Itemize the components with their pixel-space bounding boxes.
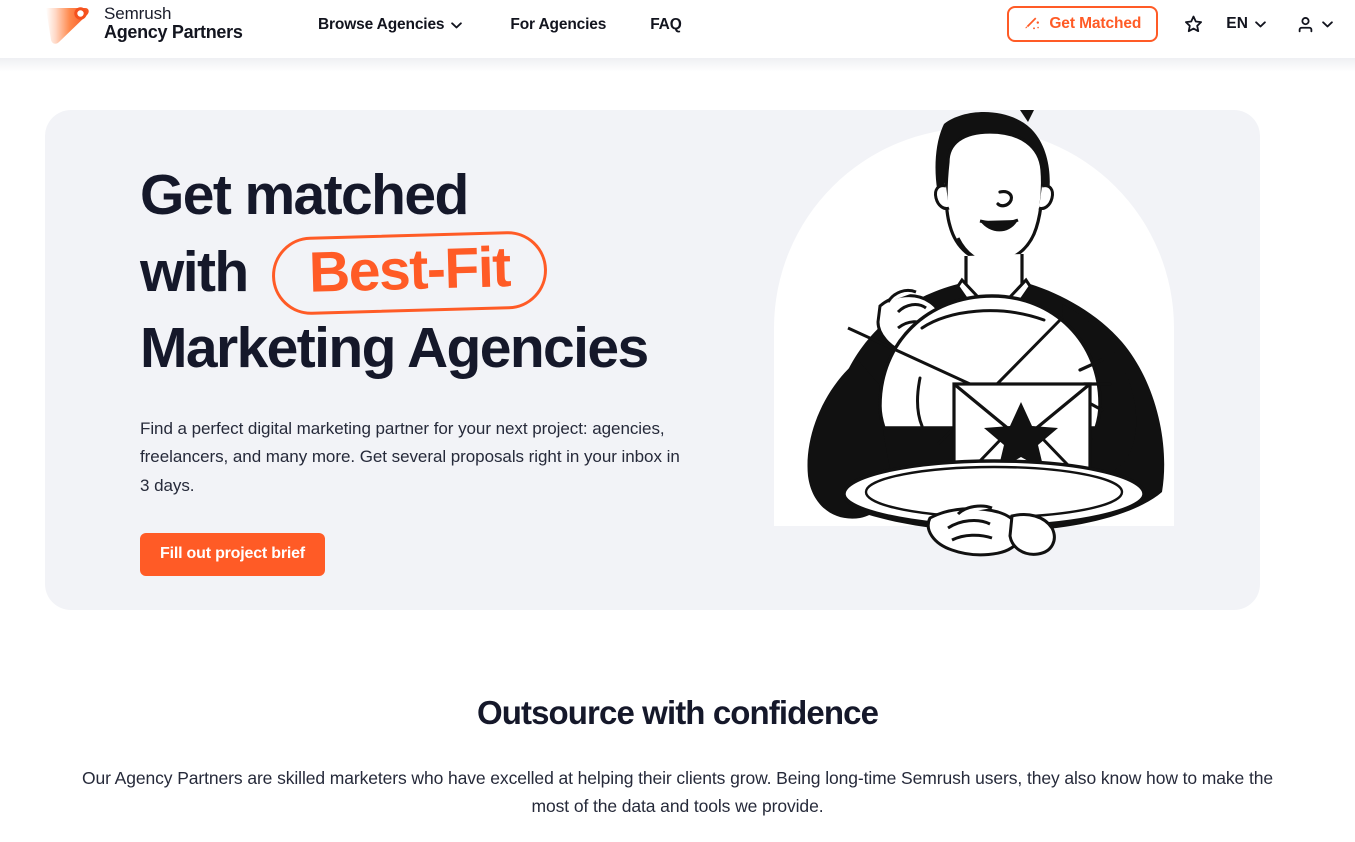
fill-out-project-brief-button[interactable]: Fill out project brief (140, 532, 325, 576)
hero-title-line-1: Get matched (140, 163, 469, 227)
brand-line-agency-partners: Agency Partners (104, 22, 243, 43)
magic-wand-icon (1025, 17, 1040, 29)
language-label: EN (1226, 15, 1248, 32)
page-root: Semrush Agency Partners Browse Agencies … (0, 0, 1355, 842)
user-icon (1298, 16, 1313, 32)
nav-item-faq[interactable]: FAQ (650, 13, 682, 37)
outsource-section: Outsource with confidence Our Agency Par… (0, 694, 1355, 821)
hero-content: Get matched with Best-Fit Marketing Agen… (140, 158, 740, 576)
main-navigation: Browse Agencies For Agencies FAQ (318, 13, 682, 37)
semrush-flag-logo-icon (46, 7, 89, 44)
chevron-down-icon (451, 21, 463, 28)
favorites-button[interactable] (1176, 7, 1210, 41)
header-drop-shadow (0, 58, 1355, 72)
site-header: Semrush Agency Partners Browse Agencies … (0, 0, 1355, 58)
outsource-section-title: Outsource with confidence (476, 694, 879, 731)
nav-label-for-agencies: For Agencies (510, 16, 607, 33)
hero-description: Find a perfect digital marketing partner… (140, 419, 680, 495)
account-menu[interactable] (1296, 15, 1333, 34)
hero-title-line-3: Marketing Agencies (140, 316, 649, 381)
star-outline-icon (1184, 15, 1202, 32)
hero-title: Get matched with Best-Fit Marketing Agen… (140, 158, 740, 387)
outsource-section-description: Our Agency Partners are skilled marketer… (82, 768, 1273, 817)
waiter-serving-envelope-illustration (774, 110, 1174, 557)
brand-line-semrush: Semrush (104, 4, 172, 24)
hero-title-prefix: with (140, 239, 249, 304)
nav-item-browse-agencies[interactable]: Browse Agencies (318, 13, 463, 37)
chevron-down-icon (1255, 20, 1266, 27)
hero-title-line-2: with Best-Fit (140, 229, 740, 316)
chevron-down-icon (1322, 20, 1333, 27)
get-matched-label: Get Matched (1049, 15, 1142, 32)
nav-label-browse-agencies: Browse Agencies (318, 16, 445, 33)
language-selector[interactable]: EN (1226, 15, 1266, 33)
brand-wordmark: Semrush Agency Partners (104, 4, 243, 43)
hero-title-highlight-pill: Best-Fit (270, 229, 548, 316)
nav-label-faq: FAQ (650, 16, 682, 33)
hero-card: Get matched with Best-Fit Marketing Agen… (45, 110, 1260, 610)
get-matched-button[interactable]: Get Matched (1007, 6, 1159, 42)
brand-logo-link[interactable]: Semrush Agency Partners (43, 2, 243, 46)
nav-item-for-agencies[interactable]: For Agencies (510, 13, 606, 37)
header-actions: Get Matched EN (1007, 6, 1333, 42)
